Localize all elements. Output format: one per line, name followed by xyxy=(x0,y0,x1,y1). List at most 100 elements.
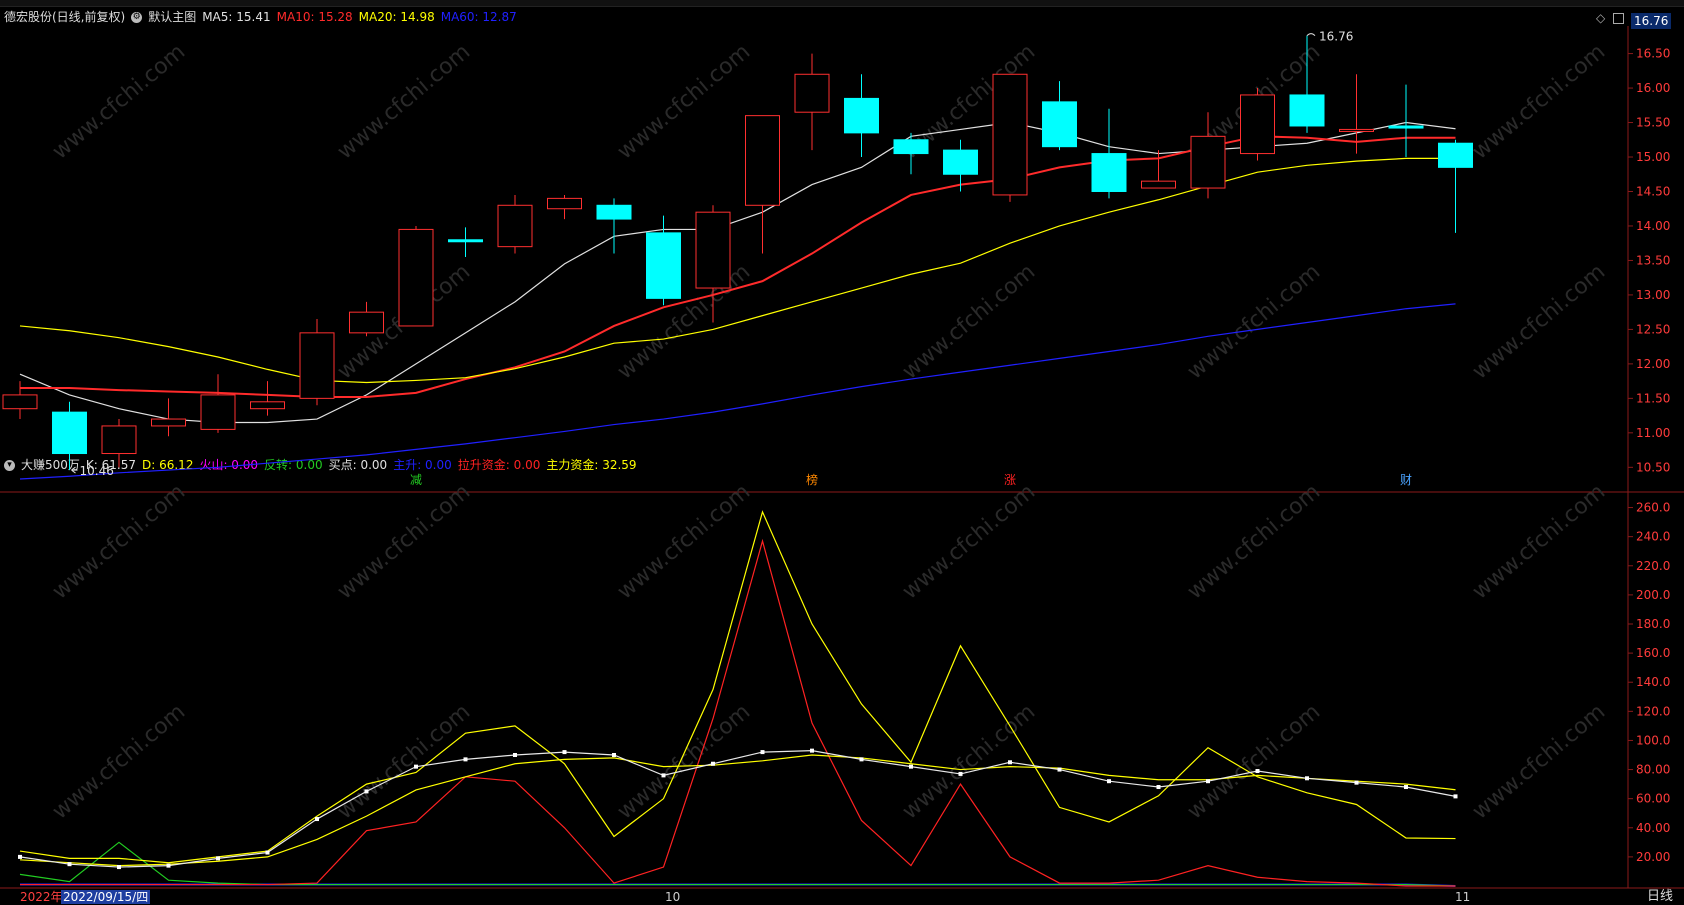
k-point xyxy=(1008,760,1012,765)
k-point xyxy=(1354,780,1359,785)
k-point xyxy=(859,757,864,762)
candle-body xyxy=(1240,94,1275,155)
watermark-text: www.cfchi.com xyxy=(333,479,475,604)
period-label[interactable]: 日线 xyxy=(1647,890,1673,903)
indicator-tick-label: 240.0 xyxy=(1636,530,1670,544)
high-price-label: 16.76 xyxy=(1319,30,1353,44)
candle xyxy=(992,73,1028,202)
k-point xyxy=(1404,785,1408,790)
x-label-nov: 11 xyxy=(1455,890,1471,904)
watermark-text: www.cfchi.com xyxy=(898,699,1040,824)
candle-body xyxy=(893,139,929,155)
candle-body xyxy=(1141,180,1176,189)
k-point xyxy=(315,817,319,822)
candle-body xyxy=(1438,142,1473,168)
indicator-tick-label: 140.0 xyxy=(1636,675,1670,689)
candle xyxy=(448,227,483,257)
watermark-text: www.cfchi.com xyxy=(1183,479,1325,604)
price-tick-label: 13.00 xyxy=(1636,288,1670,302)
watermark-text: www.cfchi.com xyxy=(1468,259,1610,384)
k-point xyxy=(1255,769,1260,774)
candle-body xyxy=(695,211,731,289)
candle-body xyxy=(250,401,285,410)
candle xyxy=(596,198,632,254)
price-tick-label: 15.50 xyxy=(1636,116,1670,130)
indicator-tick-label: 40.00 xyxy=(1636,821,1670,835)
price-tick-label: 11.50 xyxy=(1636,391,1670,405)
low-price-label: 10.46 xyxy=(80,464,114,478)
candle-body xyxy=(547,197,582,210)
k-point xyxy=(612,753,616,757)
k-point xyxy=(810,748,814,753)
candle-body xyxy=(844,97,879,134)
watermark-text: www.cfchi.com xyxy=(1183,699,1325,824)
price-tick-label: 16.50 xyxy=(1636,47,1670,61)
price-tick-label: 14.00 xyxy=(1636,219,1670,233)
candle xyxy=(200,374,236,433)
watermark-text: www.cfchi.com xyxy=(333,39,475,164)
k-point xyxy=(958,771,963,776)
chart-canvas[interactable]: www.cfchi.com www.cfchi.com www.cfchi.com w… xyxy=(0,0,1684,905)
watermark-text: www.cfchi.com xyxy=(1183,259,1325,384)
k-point xyxy=(67,862,72,867)
k-point xyxy=(711,761,715,766)
candle xyxy=(1388,84,1424,158)
k-point xyxy=(1107,779,1111,784)
watermark-text: www.cfchi.com xyxy=(48,699,190,824)
indicator-tick-label: 120.0 xyxy=(1636,704,1670,718)
indicator-tick-label: 180.0 xyxy=(1636,617,1670,631)
high-marker xyxy=(1306,33,1316,37)
candle-body xyxy=(1339,128,1374,132)
candle-body xyxy=(943,149,978,175)
watermark-text: www.cfchi.com xyxy=(1468,699,1610,824)
k-point xyxy=(661,773,666,778)
watermark-text: www.cfchi.com xyxy=(1468,479,1610,604)
price-tick-label: 12.50 xyxy=(1636,322,1670,336)
indicator-tick-label: 200.0 xyxy=(1636,588,1670,602)
candle-body xyxy=(299,332,335,399)
candle-body xyxy=(1042,101,1077,148)
candle-body xyxy=(794,73,830,113)
indicator-tick-label: 20.00 xyxy=(1636,850,1670,864)
candle xyxy=(151,398,186,437)
candle xyxy=(497,194,533,254)
candle-body xyxy=(101,425,137,455)
candle xyxy=(2,381,38,420)
watermark-text: www.cfchi.com xyxy=(1468,39,1610,164)
indicator-tick-label: 160.0 xyxy=(1636,646,1670,660)
candle xyxy=(101,419,137,468)
candle-body xyxy=(745,115,780,206)
price-tick-label: 14.50 xyxy=(1636,184,1670,198)
indicator-tick-label: 220.0 xyxy=(1636,559,1670,573)
price-tick-label: 16.00 xyxy=(1636,81,1670,95)
k-point xyxy=(216,856,220,861)
candle-body xyxy=(1091,153,1127,192)
k-point xyxy=(1453,794,1458,799)
candle xyxy=(250,381,285,416)
candle xyxy=(299,319,335,406)
indicator-line-4 xyxy=(19,841,1456,887)
k-point xyxy=(1305,776,1309,781)
candle xyxy=(844,74,879,158)
k-point xyxy=(117,865,121,870)
watermark-text: www.cfchi.com xyxy=(898,259,1040,384)
event-marker-2: 涨 xyxy=(1004,472,1016,487)
candle-body xyxy=(200,394,236,430)
candle-body xyxy=(646,232,681,299)
indicator-tick-label: 260.0 xyxy=(1636,501,1670,515)
candle-body xyxy=(497,204,533,248)
k-point xyxy=(414,764,418,769)
k-point xyxy=(1206,779,1210,784)
watermark-text: www.cfchi.com xyxy=(613,479,755,604)
price-tick-label: 15.00 xyxy=(1636,150,1670,164)
k-point xyxy=(1057,767,1062,772)
k-point xyxy=(364,789,369,794)
candle-body xyxy=(52,411,87,455)
k-point xyxy=(562,750,567,755)
watermark-text: www.cfchi.com xyxy=(613,259,755,384)
k-point xyxy=(166,863,171,868)
event-marker-3: 财 xyxy=(1400,473,1412,487)
candle xyxy=(547,194,582,220)
current-price-badge: 16.76 xyxy=(1631,13,1672,29)
x-label-oct: 10 xyxy=(665,890,681,904)
